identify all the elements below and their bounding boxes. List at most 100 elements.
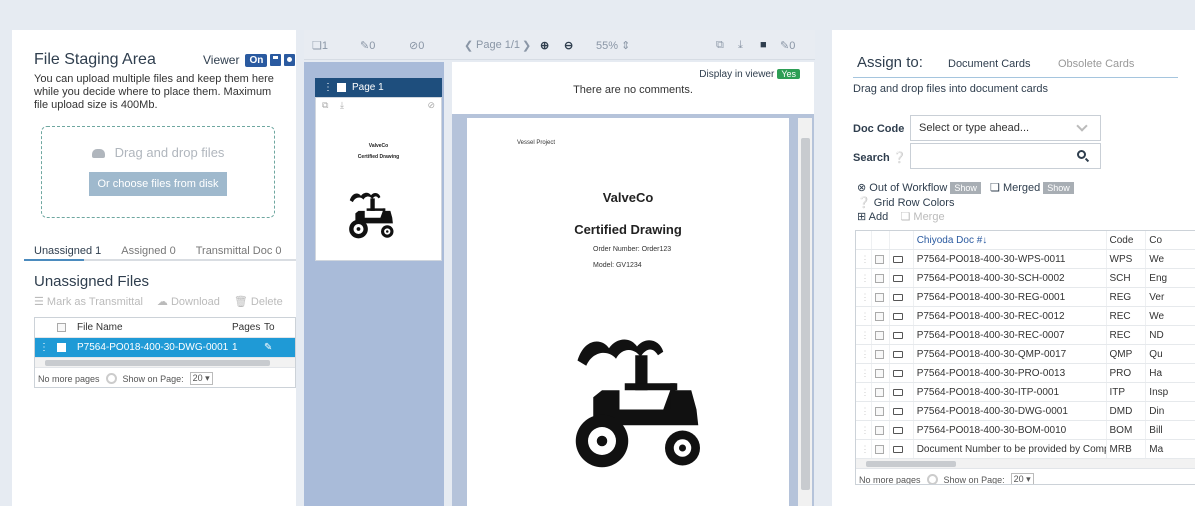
folder-icon[interactable]	[892, 445, 903, 453]
table-row[interactable]: ⋮ P7564-PO018-400-30-ITP-0001 ITP Insp	[856, 383, 1195, 402]
folder-icon[interactable]	[892, 350, 903, 358]
edits-count[interactable]: ✎0	[360, 39, 375, 52]
table-row[interactable]: ⋮ P7564-PO018-400-30-REC-0007 REC ND	[856, 326, 1195, 345]
thumb-copy-icon[interactable]: ⧉	[322, 100, 328, 111]
drag-handle-icon[interactable]: ⋮	[856, 421, 872, 439]
drag-handle-icon[interactable]: ⋮	[856, 326, 872, 344]
drag-handle-icon[interactable]: ⋮	[856, 364, 872, 382]
row-checkbox[interactable]	[57, 342, 66, 352]
viewer-scrollbar[interactable]	[798, 118, 812, 506]
col-file-name[interactable]: File Name	[73, 322, 228, 333]
row-checkbox[interactable]	[874, 349, 884, 359]
merge-button[interactable]: ❏ Merge	[900, 211, 944, 223]
row-checkbox[interactable]	[874, 311, 884, 321]
drag-handle-icon[interactable]: ⋮	[856, 307, 872, 325]
drag-handle-icon[interactable]: ⋮	[35, 342, 53, 353]
folder-icon[interactable]	[892, 369, 903, 377]
settings-icon[interactable]	[284, 54, 296, 66]
delete-button[interactable]: 🗑 Delete	[234, 295, 283, 308]
drag-handle-icon[interactable]: ⋮	[856, 288, 872, 306]
choose-files-button[interactable]: Or choose files from disk	[89, 172, 227, 196]
doc-code-select[interactable]: Select or type ahead...	[910, 115, 1101, 141]
horizontal-scrollbar[interactable]	[856, 459, 1195, 469]
edit-icon[interactable]: ✎	[260, 342, 290, 353]
mark-transmittal-button[interactable]: ☰ Mark as Transmittal	[34, 295, 143, 308]
thumb-void-icon[interactable]: ⊘	[427, 100, 435, 111]
pages-count[interactable]: ❏1	[312, 39, 328, 52]
col-code[interactable]: Code	[1107, 231, 1147, 249]
drag-handle-icon[interactable]: ⋮	[856, 383, 872, 401]
row-checkbox[interactable]	[874, 444, 884, 454]
folder-icon[interactable]	[892, 312, 903, 320]
tab-assigned[interactable]: Assigned 0	[121, 245, 175, 257]
page-checkbox[interactable]	[337, 82, 346, 92]
row-checkbox[interactable]	[874, 330, 884, 340]
zoom-select[interactable]: 55% ⇕	[596, 39, 630, 52]
tab-unassigned[interactable]: Unassigned 1	[34, 245, 101, 257]
table-row[interactable]: ⋮ P7564-PO018-400-30-BOM-0010 BOM Bill	[856, 421, 1195, 440]
row-checkbox[interactable]	[874, 254, 884, 264]
row-checkbox[interactable]	[874, 387, 884, 397]
col-chiyoda-doc[interactable]: Chiyoda Doc #↓	[914, 231, 1107, 249]
thumbnail-header[interactable]: ⋮ Page 1	[315, 78, 442, 97]
table-row[interactable]: ⋮ P7564-PO018-400-30-QMP-0017 QMP Qu	[856, 345, 1195, 364]
select-all-checkbox[interactable]	[57, 322, 66, 332]
row-checkbox[interactable]	[874, 292, 884, 302]
drag-handle-icon[interactable]: ⋮	[856, 440, 872, 458]
show-merged-button[interactable]: Show	[1043, 182, 1074, 194]
page-thumbnail[interactable]: ⧉ ⤓ ⊘ ValveCo Certified Drawing	[315, 97, 442, 261]
table-row[interactable]: ⋮ P7564-PO018-400-30-PRO-0013 PRO Ha	[856, 364, 1195, 383]
page-size-select[interactable]: 20 ▾	[189, 372, 213, 385]
row-checkbox[interactable]	[874, 273, 884, 283]
table-row[interactable]: ⋮ P7564-PO018-400-30-DWG-0001 DMD Din	[856, 402, 1195, 421]
stop-icon[interactable]: ■	[760, 39, 767, 51]
edit-count-icon[interactable]: ✎0	[780, 39, 795, 52]
page-size-select[interactable]: 20 ▾	[1010, 473, 1034, 484]
download-icon[interactable]: ⤓	[738, 39, 743, 52]
folder-icon[interactable]	[892, 388, 903, 396]
table-row[interactable]: ⋮ P7564-PO018-400-30-REC-0012 REC We	[856, 307, 1195, 326]
folder-icon[interactable]	[892, 255, 903, 263]
zoom-out-icon[interactable]: ⊖	[564, 39, 573, 52]
add-button[interactable]: ⊞ Add	[857, 211, 888, 223]
drag-handle-icon[interactable]: ⋮	[323, 82, 333, 93]
next-page-button[interactable]: ❯	[522, 39, 531, 52]
help-icon[interactable]: ❔	[893, 152, 907, 164]
row-checkbox[interactable]	[874, 368, 884, 378]
folder-icon[interactable]	[892, 426, 903, 434]
table-row[interactable]: ⋮ Document Number to be provided by Compa…	[856, 440, 1195, 459]
drop-zone[interactable]: Drag and drop files Or choose files from…	[41, 126, 275, 218]
row-checkbox[interactable]	[874, 406, 884, 416]
col-co[interactable]: Co	[1146, 231, 1195, 249]
table-row[interactable]: ⋮ P7564-PO018-400-30-REG-0001 REG Ver	[856, 288, 1195, 307]
copy-icon[interactable]: ⧉	[716, 39, 724, 52]
col-pages[interactable]: Pages	[228, 322, 260, 333]
folder-icon[interactable]	[892, 274, 903, 282]
col-to[interactable]: To	[260, 322, 290, 333]
printer-icon[interactable]	[270, 54, 282, 66]
grid-row-colors[interactable]: ❔ Grid Row Colors	[857, 196, 954, 209]
drag-handle-icon[interactable]: ⋮	[856, 402, 872, 420]
thumb-download-icon[interactable]: ⤓	[340, 100, 344, 111]
show-out-of-workflow-button[interactable]: Show	[950, 182, 981, 194]
folder-icon[interactable]	[892, 331, 903, 339]
voids-count[interactable]: ⊘0	[409, 39, 424, 52]
folder-icon[interactable]	[892, 293, 903, 301]
table-row[interactable]: ⋮ P7564-PO018-400-30-SCH-0002 SCH Eng	[856, 269, 1195, 288]
horizontal-scrollbar[interactable]	[35, 358, 295, 368]
folder-icon[interactable]	[892, 407, 903, 415]
drag-handle-icon[interactable]: ⋮	[856, 250, 872, 268]
help-icon[interactable]: ❔	[857, 197, 871, 209]
table-row[interactable]: ⋮ P7564-PO018-400-30-DWG-0001.pdf 1 ✎	[35, 338, 295, 358]
display-toggle[interactable]: Yes	[777, 69, 800, 79]
search-input[interactable]	[910, 143, 1101, 169]
tab-document-cards[interactable]: Document Cards	[948, 58, 1031, 70]
search-icon[interactable]	[1077, 150, 1086, 159]
viewer-toggle[interactable]: On	[245, 53, 268, 67]
prev-page-button[interactable]: ❮	[464, 39, 473, 52]
row-checkbox[interactable]	[874, 425, 884, 435]
table-row[interactable]: ⋮ P7564-PO018-400-30-WPS-0011 WPS We	[856, 250, 1195, 269]
drag-handle-icon[interactable]: ⋮	[856, 269, 872, 287]
drag-handle-icon[interactable]: ⋮	[856, 345, 872, 363]
download-button[interactable]: ☁ Download	[157, 295, 220, 308]
